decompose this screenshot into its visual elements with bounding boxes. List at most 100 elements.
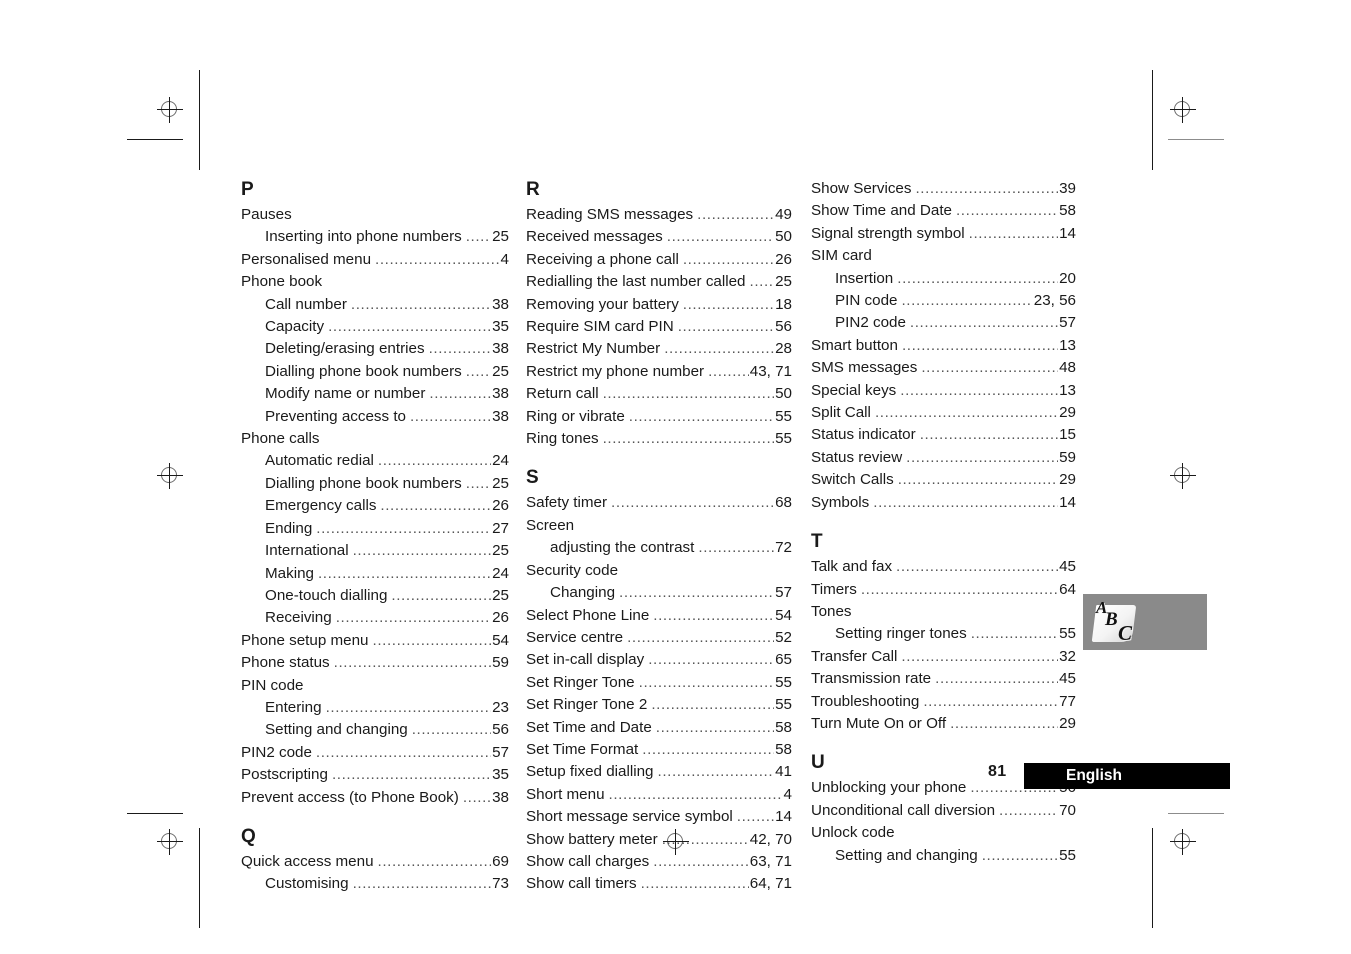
index-entry[interactable]: Turn Mute On or Off.....................… xyxy=(811,713,1076,735)
index-entry[interactable]: Safety timer............................… xyxy=(526,492,792,514)
index-entry-text: Status review xyxy=(811,448,903,466)
index-entry-page: 23 xyxy=(492,698,509,716)
index-subentry[interactable]: Modify name or number...................… xyxy=(241,383,509,405)
index-subentry[interactable]: Changing................................… xyxy=(526,582,792,604)
index-entry[interactable]: Receiving a phone call..................… xyxy=(526,249,792,271)
index-entry[interactable]: Talk and fax............................… xyxy=(811,556,1076,578)
index-subentry[interactable]: Preventing access to....................… xyxy=(241,406,509,428)
index-entry[interactable]: Restrict My Number......................… xyxy=(526,338,792,360)
index-subentry[interactable]: One-touch dialling......................… xyxy=(241,585,509,607)
index-entry[interactable]: Timers..................................… xyxy=(811,579,1076,601)
dot-leader: ........................................… xyxy=(391,586,492,604)
index-entry[interactable]: Transmission rate.......................… xyxy=(811,668,1076,690)
dot-leader: ........................................… xyxy=(682,250,775,268)
index-entry[interactable]: Show Services...........................… xyxy=(811,178,1076,200)
index-entry-page: 42, 70 xyxy=(749,830,792,848)
index-entry[interactable]: Phone setup menu........................… xyxy=(241,630,509,652)
index-entry[interactable]: Status indicator........................… xyxy=(811,424,1076,446)
index-entry-page: 35 xyxy=(492,318,509,336)
index-entry[interactable]: Unconditional call diversion............… xyxy=(811,800,1076,822)
index-entry[interactable]: SIM card xyxy=(811,245,1076,267)
index-entry[interactable]: Service centre..........................… xyxy=(526,627,792,649)
index-entry[interactable]: Return call.............................… xyxy=(526,383,792,405)
index-entry[interactable]: Set Time Format.........................… xyxy=(526,739,792,761)
index-subentry[interactable]: Inserting into phone numbers............… xyxy=(241,226,509,248)
index-subentry[interactable]: Making..................................… xyxy=(241,563,509,585)
index-entry[interactable]: Special keys............................… xyxy=(811,380,1076,402)
dot-leader: ........................................… xyxy=(316,519,491,537)
index-entry[interactable]: Tones xyxy=(811,601,1076,623)
index-entry[interactable]: Split Call..............................… xyxy=(811,402,1076,424)
index-entry[interactable]: Set Ringer Tone.........................… xyxy=(526,672,792,694)
index-subentry[interactable]: International...........................… xyxy=(241,540,509,562)
index-entry[interactable]: Set Time and Date.......................… xyxy=(526,717,792,739)
index-entry[interactable]: Setup fixed dialling....................… xyxy=(526,761,792,783)
index-subentry[interactable]: PIN2 code...............................… xyxy=(811,312,1076,334)
index-entry[interactable]: Unlock code xyxy=(811,822,1076,844)
index-subentry[interactable]: Deleting/erasing entries................… xyxy=(241,338,509,360)
index-subentry[interactable]: Insertion...............................… xyxy=(811,268,1076,290)
index-entry[interactable]: Require SIM card PIN....................… xyxy=(526,316,792,338)
index-entry[interactable]: Transfer Call...........................… xyxy=(811,646,1076,668)
index-entry[interactable]: Troubleshooting.........................… xyxy=(811,691,1076,713)
index-entry[interactable]: Signal strength symbol..................… xyxy=(811,223,1076,245)
index-entry[interactable]: Phone status............................… xyxy=(241,652,509,674)
dot-leader: ........................................… xyxy=(602,385,775,403)
index-subentry[interactable]: Customising.............................… xyxy=(241,873,509,895)
index-entry[interactable]: Status review...........................… xyxy=(811,447,1076,469)
index-subentry[interactable]: Emergency calls.........................… xyxy=(241,495,509,517)
index-entry-page: 14 xyxy=(1059,493,1076,511)
index-entry[interactable]: Reading SMS messages....................… xyxy=(526,204,792,226)
index-entry[interactable]: Show Time and Date......................… xyxy=(811,200,1076,222)
index-subentry[interactable]: Setting and changing....................… xyxy=(241,719,509,741)
index-entry-text: Making xyxy=(265,564,314,582)
index-entry[interactable]: Ring tones..............................… xyxy=(526,428,792,450)
index-subentry[interactable]: Dialling phone book numbers.............… xyxy=(241,361,509,383)
index-entry[interactable]: PIN code xyxy=(241,675,509,697)
index-subentry[interactable]: PIN code................................… xyxy=(811,290,1076,312)
index-subentry[interactable]: Setting ringer tones....................… xyxy=(811,623,1076,645)
index-entry-text: Show Time and Date xyxy=(811,202,952,220)
index-subentry[interactable]: Dialling phone book numbers.............… xyxy=(241,473,509,495)
index-entry[interactable]: Pauses xyxy=(241,204,509,226)
index-subentry[interactable]: Ending..................................… xyxy=(241,518,509,540)
index-subentry[interactable]: Automatic redial........................… xyxy=(241,450,509,472)
index-entry[interactable]: PIN2 code...............................… xyxy=(241,742,509,764)
index-entry[interactable]: Show call timers........................… xyxy=(526,873,792,895)
index-entry[interactable]: Prevent access (to Phone Book)..........… xyxy=(241,787,509,809)
index-entry[interactable]: Switch Calls............................… xyxy=(811,469,1076,491)
index-entry[interactable]: Restrict my phone number................… xyxy=(526,361,792,383)
index-subentry[interactable]: Setting and changing....................… xyxy=(811,845,1076,867)
index-subentry[interactable]: Capacity................................… xyxy=(241,316,509,338)
index-entry[interactable]: Redialling the last number called.......… xyxy=(526,271,792,293)
index-entry-page: 69 xyxy=(492,852,509,870)
index-entry-page: 28 xyxy=(775,340,792,358)
index-entry[interactable]: SMS messages............................… xyxy=(811,357,1076,379)
index-entry[interactable]: Symbols.................................… xyxy=(811,492,1076,514)
index-entry[interactable]: Show battery meter......................… xyxy=(526,829,792,851)
index-entry-page: 45 xyxy=(1059,670,1076,688)
index-entry[interactable]: Phone calls xyxy=(241,428,509,450)
registration-mark-top-right xyxy=(1168,95,1198,125)
index-subentry[interactable]: Entering................................… xyxy=(241,697,509,719)
index-subentry[interactable]: Call number.............................… xyxy=(241,294,509,316)
index-entry[interactable]: Security code xyxy=(526,560,792,582)
index-entry[interactable]: Phone book xyxy=(241,271,509,293)
index-entry[interactable]: Select Phone Line.......................… xyxy=(526,605,792,627)
index-entry[interactable]: Screen xyxy=(526,515,792,537)
index-entry[interactable]: Short message service symbol............… xyxy=(526,806,792,828)
dot-leader: ........................................… xyxy=(428,340,492,358)
index-subentry[interactable]: adjusting the contrast..................… xyxy=(526,537,792,559)
index-entry[interactable]: Ring or vibrate.........................… xyxy=(526,406,792,428)
index-entry[interactable]: Set Ringer Tone 2.......................… xyxy=(526,694,792,716)
index-entry[interactable]: Personalised menu.......................… xyxy=(241,249,509,271)
index-entry[interactable]: Show call charges.......................… xyxy=(526,851,792,873)
index-entry[interactable]: Removing your battery...................… xyxy=(526,294,792,316)
index-entry[interactable]: Set in-call display.....................… xyxy=(526,649,792,671)
index-entry[interactable]: Short menu..............................… xyxy=(526,784,792,806)
index-entry[interactable]: Quick access menu.......................… xyxy=(241,851,509,873)
index-entry[interactable]: Smart button............................… xyxy=(811,335,1076,357)
index-subentry[interactable]: Receiving...............................… xyxy=(241,607,509,629)
index-entry[interactable]: Received messages.......................… xyxy=(526,226,792,248)
index-entry[interactable]: Postscripting...........................… xyxy=(241,764,509,786)
